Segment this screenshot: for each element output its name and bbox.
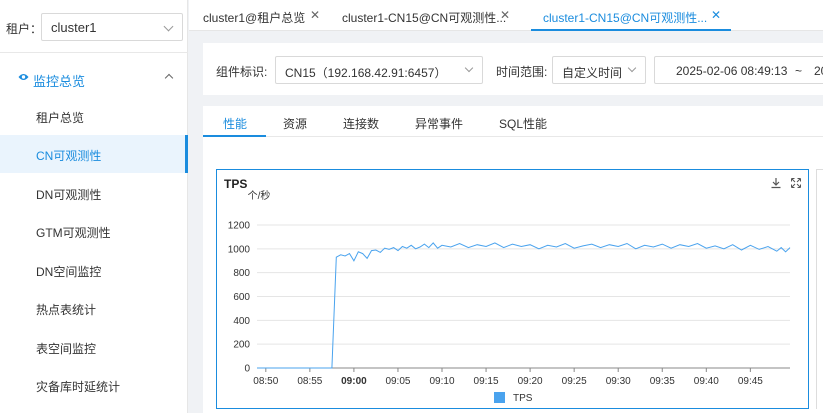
x-tick-label: 09:45 [738,376,763,387]
sub-tabs: 性能 资源 连接数 异常事件 SQL性能 [203,106,823,137]
tab-abnormal-events[interactable]: 异常事件 [415,115,463,132]
chevron-up-icon [164,73,174,83]
active-tab-underline [531,29,731,31]
x-tick-label: 09:10 [429,376,454,387]
date-range-picker[interactable]: 2025-02-06 08:49:13 ~ 20 [654,56,823,84]
y-tick-label: 1200 [228,221,251,232]
x-tick-label: 09:35 [650,376,675,387]
tenant-select-value: cluster1 [51,20,97,35]
page-tab-label: cluster1-CN15@CN可观测性... [543,11,708,25]
x-tick-label: 09:20 [518,376,543,387]
x-tick-label: 09:15 [474,376,499,387]
y-tick-label: 200 [233,340,250,351]
sidebar-item-dn-space[interactable]: DN空间监控 [0,251,188,289]
sidebar-item-dr-latency[interactable]: 灾备库时延统计 [0,366,188,404]
tenant-select[interactable]: cluster1 [41,13,183,41]
date-range-separator: ~ [795,64,803,78]
filter-bar: 组件标识: CN15（192.168.42.91:6457） 时间范围: 自定义… [203,43,823,95]
y-tick-label: 600 [233,292,250,303]
close-icon[interactable]: ✕ [500,8,510,22]
sidebar: 租户： cluster1 监控总览 租户总览 CN可观测性 DN可观测性 GTM… [0,0,188,413]
sidebar-item-hot-tables[interactable]: 热点表统计 [0,289,188,327]
time-range-label: 时间范围: [496,65,548,79]
legend-swatch [494,392,505,403]
sidebar-item-label: 租户总览 [36,111,85,125]
menu-group-monitoring[interactable]: 监控总览 [0,60,188,96]
tab-performance[interactable]: 性能 [223,115,247,132]
sidebar-item-cn-observability[interactable]: CN可观测性 [0,135,188,173]
chevron-down-icon [627,63,637,73]
sidebar-item-label: 热点表统计 [36,303,97,317]
x-tick-label: 08:50 [253,376,278,387]
close-icon[interactable]: ✕ [310,8,320,22]
close-icon[interactable]: ✕ [711,8,721,22]
tps-chart: 个/秒 0 200 400 600 800 1000 1200 08:50 08:55 09:0… [228,189,791,404]
start-time-value: 2025-02-06 08:49:13 [676,64,788,78]
y-axis-unit: 个/秒 [248,189,271,202]
adjacent-chart-card [816,169,823,409]
series-line-tps [257,242,791,369]
sidebar-item-label: DN空间监控 [36,265,102,279]
page-tabs-bar: cluster1@租户总览 ✕ cluster1-CN15@CN可观测性... … [189,0,823,31]
sidebar-item-label: GTM可观测性 [36,226,111,240]
component-select-value: CN15（192.168.42.91:6457） [285,66,447,80]
active-indicator [185,135,188,173]
y-tick-label: 0 [244,364,250,375]
chevron-down-icon [163,21,174,32]
tab-resources[interactable]: 资源 [283,115,307,132]
x-tick-label: 08:55 [297,376,322,387]
x-tick-label: 09:30 [606,376,631,387]
x-tick-label: 09:05 [385,376,410,387]
end-time-value: 20 [814,64,823,78]
sidebar-item-label: DN可观测性 [36,188,102,202]
tenant-label: 租户： [6,22,43,36]
sidebar-item-label: 表空间监控 [36,342,97,356]
chevron-down-icon [464,63,474,73]
component-select[interactable]: CN15（192.168.42.91:6457） [275,56,483,84]
main-panel: 性能 资源 连接数 异常事件 SQL性能 TPS 个/秒 0 200 400 600 8… [203,106,823,413]
tab-connections[interactable]: 连接数 [343,115,379,132]
x-tick-label: 09:40 [694,376,719,387]
page-tab-label: cluster1@租户总览 [203,11,306,25]
y-tick-label: 1000 [228,244,251,255]
x-tick-label: 09:25 [562,376,587,387]
time-range-select[interactable]: 自定义时间 [552,56,646,84]
component-label: 组件标识: [216,65,268,79]
y-tick-label: 400 [233,316,250,327]
sidebar-item-tenant-overview[interactable]: 租户总览 [0,97,188,135]
active-sub-tab-underline [203,135,266,137]
tenant-row: 租户： cluster1 [0,0,188,53]
sidebar-item-gtm-observability[interactable]: GTM可观测性 [0,212,188,250]
sidebar-item-label: 灾备库时延统计 [36,380,121,394]
menu-group-label: 监控总览 [33,74,86,89]
tps-chart-card: TPS 个/秒 0 200 400 600 800 1000 1200 08:50 08:55… [216,169,809,409]
time-range-value: 自定义时间 [562,66,623,80]
sidebar-item-tablespace[interactable]: 表空间监控 [0,328,188,366]
eye-icon [18,74,29,80]
tab-sql-performance[interactable]: SQL性能 [499,115,547,132]
legend-label: TPS [513,393,533,404]
x-tick-label: 09:00 [341,376,367,387]
y-tick-label: 800 [233,268,250,279]
sidebar-item-dn-observability[interactable]: DN可观测性 [0,174,188,212]
sidebar-item-label: CN可观测性 [36,149,102,163]
page-tab-label: cluster1-CN15@CN可观测性... [342,11,507,25]
